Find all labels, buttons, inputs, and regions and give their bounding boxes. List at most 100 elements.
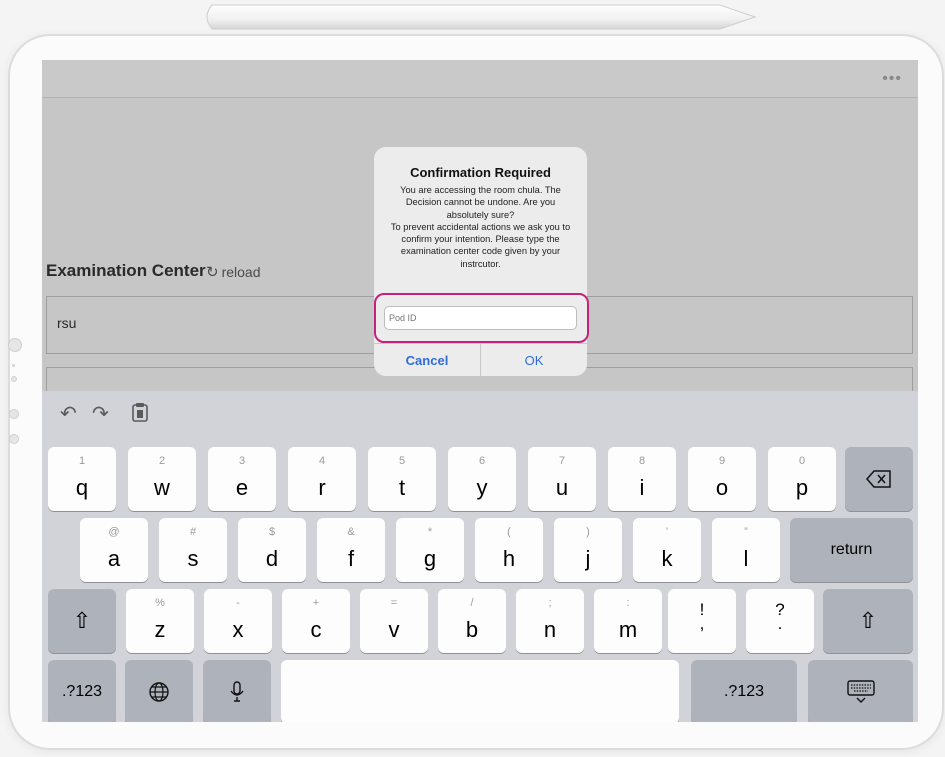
key-y[interactable]: 6y: [448, 447, 516, 511]
key-t[interactable]: 5t: [368, 447, 436, 511]
key-s[interactable]: # s: [159, 518, 227, 582]
key-k[interactable]: ’ k: [633, 518, 701, 582]
dictation-key[interactable]: [203, 660, 271, 722]
key-label: o: [715, 475, 729, 500]
return-label: return: [830, 541, 873, 558]
cancel-button[interactable]: Cancel: [374, 344, 481, 376]
key-g[interactable]: * g: [396, 518, 464, 582]
key-i[interactable]: 8i: [608, 447, 676, 511]
key-label: s: [187, 546, 199, 571]
undo-icon[interactable]: ↶: [60, 401, 77, 426]
dialog-buttons: Cancel OK: [374, 343, 587, 376]
key-label: i: [639, 475, 645, 500]
delete-icon: [845, 447, 913, 511]
key-d[interactable]: $ d: [238, 518, 306, 582]
numbers-label: .?123: [723, 683, 765, 700]
key-label: ?.: [775, 600, 785, 633]
keyboard-dismiss-icon: [808, 660, 913, 722]
redo-icon[interactable]: ↷: [92, 401, 109, 426]
key-sublabel: 5: [398, 455, 406, 467]
reload-icon: ↻: [206, 264, 219, 281]
key-a[interactable]: @ a: [80, 518, 148, 582]
dialog-title: Confirmation Required: [410, 165, 551, 180]
navigation-bar: •••: [42, 60, 918, 98]
paste-icon[interactable]: [132, 402, 148, 422]
key-p[interactable]: 0p: [768, 447, 836, 511]
key-sublabel: 8: [638, 455, 646, 467]
shift-key-left[interactable]: ⇧: [48, 589, 116, 653]
key-r[interactable]: 4r: [288, 447, 356, 511]
app-content: Examination Center ↻ reload rsu Confirmat…: [42, 98, 918, 407]
shift-icon: ⇧: [72, 608, 92, 633]
key-sublabel: :: [626, 597, 630, 609]
side-button: [8, 338, 22, 352]
key-sublabel: ): [586, 526, 590, 538]
key-z[interactable]: % z: [126, 589, 194, 653]
key-sublabel: 4: [318, 455, 326, 467]
key-c[interactable]: + c: [282, 589, 350, 653]
key-punct[interactable]: !,: [668, 589, 736, 653]
key-label: g: [423, 546, 437, 571]
key-label: y: [476, 475, 488, 500]
key-label: b: [465, 617, 479, 642]
key-sublabel: -: [236, 597, 240, 609]
key-h[interactable]: (h: [475, 518, 543, 582]
key-sublabel: 2: [158, 455, 166, 467]
key-label: k: [661, 546, 673, 571]
list-item-label: rsu: [57, 315, 77, 331]
key-n[interactable]: ; n: [516, 589, 584, 653]
key-label: j: [585, 546, 591, 571]
ellipsis-icon[interactable]: •••: [882, 70, 902, 88]
side-dot: [12, 364, 15, 367]
reload-label: reload: [221, 264, 261, 280]
shift-icon: ⇧: [858, 608, 878, 633]
globe-key[interactable]: [125, 660, 193, 722]
side-dot: [9, 434, 19, 444]
key-label: l: [743, 546, 749, 571]
key-f[interactable]: & f: [317, 518, 385, 582]
key-label: c: [310, 617, 322, 642]
key-w[interactable]: 2w: [128, 447, 196, 511]
key-label: w: [154, 475, 170, 500]
ok-button[interactable]: OK: [481, 344, 587, 376]
key-b[interactable]: / b: [438, 589, 506, 653]
keyboard: ↶ ↷ 1 q 2 w 3 e 4 r 5 t 6 y 7 u 8 i 9 o 0 p @ a # s $ d & f * g(h) j’ k…: [42, 391, 918, 722]
key-sublabel: (: [507, 526, 511, 538]
key-m[interactable]: :m: [594, 589, 662, 653]
key-label: m: [618, 617, 638, 642]
apple-pencil: [206, 4, 757, 30]
screen: ••• Examination Center ↻ reload rsu Confi…: [42, 60, 918, 722]
key-sublabel: +: [312, 597, 320, 609]
hide-keyboard-key[interactable]: [808, 660, 913, 722]
key-o[interactable]: 9o: [688, 447, 756, 511]
key-sublabel: =: [390, 597, 398, 609]
key-sublabel: $: [268, 526, 276, 538]
reload-button[interactable]: ↻ reload: [206, 263, 261, 281]
key-label: f: [347, 546, 355, 571]
key-sublabel: #: [189, 526, 197, 538]
space-bar[interactable]: [281, 660, 679, 722]
key-l[interactable]: ” l: [712, 518, 780, 582]
shift-key-right[interactable]: ⇧: [823, 589, 913, 653]
key-e[interactable]: 3e: [208, 447, 276, 511]
key-label: n: [543, 617, 557, 642]
key-u[interactable]: 7u: [528, 447, 596, 511]
globe-icon: [125, 660, 193, 722]
key-sublabel: 0: [798, 455, 806, 467]
input-highlight: [374, 293, 589, 343]
numbers-key-right[interactable]: .?123: [691, 660, 797, 722]
key-label: r: [318, 475, 326, 500]
key-x[interactable]: -x: [204, 589, 272, 653]
key-sublabel: ;: [548, 597, 552, 609]
return-key[interactable]: return: [790, 518, 913, 582]
key-sublabel: 6: [478, 455, 486, 467]
key-v[interactable]: = v: [360, 589, 428, 653]
key-q[interactable]: 1q: [48, 447, 116, 511]
key-j[interactable]: ) j: [554, 518, 622, 582]
numbers-key-left[interactable]: .?123: [48, 660, 116, 722]
key-label: e: [235, 475, 249, 500]
microphone-icon: [203, 660, 271, 722]
key-punct[interactable]: ?.: [746, 589, 814, 653]
delete-key[interactable]: [845, 447, 913, 511]
key-sublabel: ”: [744, 526, 748, 538]
